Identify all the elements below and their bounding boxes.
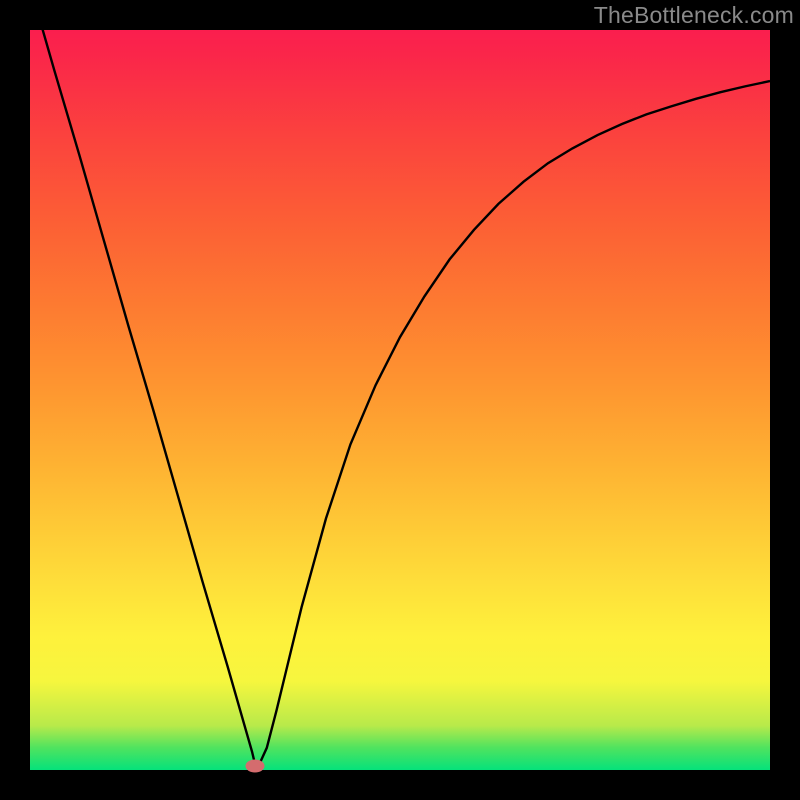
bottleneck-curve [30,30,770,767]
curve-layer [30,30,770,770]
watermark-text: TheBottleneck.com [594,2,794,29]
minimum-marker [245,760,264,773]
plot-area [30,30,770,770]
chart-frame: TheBottleneck.com [0,0,800,800]
